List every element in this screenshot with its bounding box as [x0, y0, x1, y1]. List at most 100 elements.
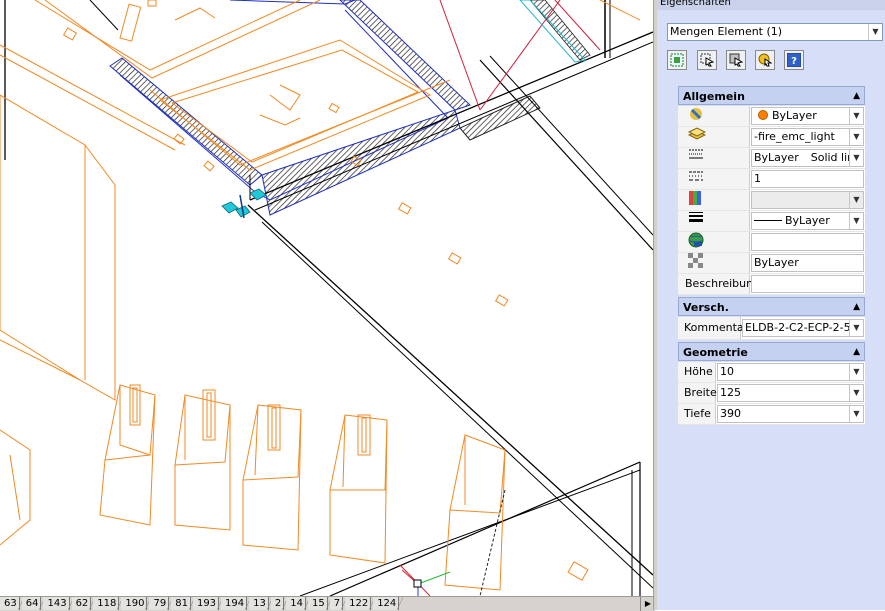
- linetype-scale-field[interactable]: 1: [751, 170, 864, 188]
- layer-value: -fire_emc_light: [754, 130, 835, 143]
- linetype-dropdown[interactable]: ByLayer Solid line ▼: [751, 149, 864, 167]
- layout-tab[interactable]: 14: [286, 597, 310, 610]
- layout-tab[interactable]: 81: [171, 597, 195, 610]
- transparency-icon: [678, 253, 750, 273]
- pick-add-icon: [729, 53, 743, 67]
- kommentar-label: Kommentar: [678, 317, 748, 339]
- hoehe-field[interactable]: 10 ▼: [717, 363, 864, 381]
- layout-tab[interactable]: 143: [43, 597, 74, 610]
- hoehe-value: 10: [720, 365, 734, 378]
- hoehe-label: Höhe: [678, 362, 716, 382]
- transparency-field[interactable]: ByLayer: [751, 254, 864, 272]
- selection-grips: [221, 188, 267, 219]
- section-title: Allgemein: [683, 90, 745, 103]
- collapse-arrow-icon[interactable]: ▲: [853, 343, 860, 362]
- prop-row-tiefe: Tiefe 390 ▼: [678, 404, 865, 425]
- tiefe-label: Tiefe: [678, 404, 716, 424]
- toggle-pickadd-icon: [758, 53, 772, 67]
- layer-dropdown[interactable]: -fire_emc_light ▼: [751, 128, 864, 146]
- section-geometrie[interactable]: Geometrie ▲: [678, 342, 865, 361]
- layout-tab[interactable]: 15: [307, 597, 332, 610]
- layout-tab[interactable]: 7: [329, 597, 348, 610]
- quick-select-icon: [670, 53, 684, 67]
- layout-tab[interactable]: 64: [21, 597, 46, 610]
- color-icon: [678, 106, 750, 126]
- section-title: Geometrie: [683, 346, 748, 359]
- layout-tab[interactable]: 62: [71, 597, 95, 610]
- prop-row-transparency: ByLayer: [678, 253, 865, 274]
- chevron-down-icon: ▼: [849, 192, 863, 208]
- prop-row-kommentar: Kommentar ELDB-2-C2-ECP-2-50 ▼: [678, 317, 865, 340]
- lineweight-dropdown[interactable]: ByLayer ▼: [751, 212, 864, 230]
- chevron-down-icon: ▼: [849, 213, 863, 229]
- chevron-down-icon: ▼: [849, 150, 863, 166]
- hyperlink-globe-icon: [678, 232, 750, 252]
- prop-row-beschreibung: Beschreibung: [678, 274, 865, 295]
- chevron-down-icon: ▼: [849, 406, 863, 422]
- layout-tab[interactable]: 193: [192, 597, 224, 610]
- breite-field[interactable]: 125 ▼: [717, 384, 864, 402]
- layout-tab[interactable]: 122: [345, 597, 376, 610]
- prop-row-color: ByLayer ▼: [678, 106, 865, 127]
- prop-row-lineweight: ByLayer ▼: [678, 211, 865, 232]
- color-dropdown[interactable]: ByLayer ▼: [751, 107, 864, 125]
- help-icon: ?: [787, 53, 801, 67]
- svg-text:?: ?: [791, 56, 797, 67]
- properties-panel: Eigenschaften Mengen Element (1) ▼ ? All…: [657, 0, 885, 610]
- layout-tab[interactable]: 2: [270, 597, 289, 610]
- prop-row-breite: Breite 125 ▼: [678, 383, 865, 404]
- layout-tab[interactable]: 13: [249, 597, 273, 610]
- prop-row-plotstyle: ▼: [678, 190, 865, 211]
- toggle-pickadd-button[interactable]: [755, 50, 775, 70]
- section-title: Versch.: [683, 301, 729, 314]
- selection-value: Mengen Element (1): [670, 25, 783, 38]
- property-grid: Allgemein ▲ ByLayer ▼ -fire_emc_light ▼ By…: [678, 86, 865, 425]
- tiefe-field[interactable]: 390 ▼: [717, 405, 864, 423]
- layout-tab[interactable]: 190: [121, 597, 152, 610]
- collapse-arrow-icon[interactable]: ▲: [853, 298, 860, 317]
- hyperlink-field[interactable]: [751, 233, 864, 251]
- lineweight-sample: [754, 220, 782, 221]
- section-allgemein[interactable]: Allgemein ▲: [678, 86, 865, 105]
- plotstyle-dropdown: ▼: [751, 191, 864, 209]
- layer-icon: [678, 127, 750, 147]
- chevron-down-icon: ▼: [868, 24, 882, 40]
- prop-row-linetype: ByLayer Solid line ▼: [678, 148, 865, 169]
- layout-tab[interactable]: 124: [373, 597, 404, 610]
- kommentar-value: ELDB-2-C2-ECP-2-50: [745, 321, 858, 334]
- linetype-scale-icon: [678, 169, 750, 189]
- select-objects-icon: [700, 53, 714, 67]
- selection-dropdown[interactable]: Mengen Element (1) ▼: [667, 23, 883, 41]
- prop-row-layer: -fire_emc_light ▼: [678, 127, 865, 148]
- plotstyle-icon: [678, 190, 750, 210]
- chevron-down-icon: ▼: [849, 364, 863, 380]
- chevron-down-icon: ▼: [849, 129, 863, 145]
- lineweight-icon: [678, 211, 750, 231]
- pick-add-button[interactable]: [726, 50, 746, 70]
- drawing-canvas[interactable]: [0, 0, 653, 596]
- help-button[interactable]: ?: [784, 50, 804, 70]
- layout-tab[interactable]: 63: [0, 597, 24, 610]
- linetype-icon: [678, 148, 750, 168]
- prop-row-hyperlink: [678, 232, 865, 253]
- orange-boxes: [99, 384, 506, 591]
- layout-tab[interactable]: 118: [93, 597, 124, 610]
- chevron-down-icon: ▼: [849, 108, 863, 124]
- layout-tab[interactable]: 194: [221, 597, 252, 610]
- lineweight-value: ByLayer: [785, 214, 830, 227]
- breite-value: 125: [720, 386, 741, 399]
- breite-label: Breite: [678, 383, 717, 403]
- select-objects-button[interactable]: [697, 50, 717, 70]
- beschreibung-field[interactable]: [751, 275, 864, 293]
- kommentar-dropdown[interactable]: ELDB-2-C2-ECP-2-50 ▼: [742, 319, 864, 337]
- layout-tab[interactable]: 79: [149, 597, 173, 610]
- collapse-arrow-icon[interactable]: ▲: [853, 87, 860, 106]
- beschreibung-label: Beschreibung: [678, 274, 760, 294]
- section-versch[interactable]: Versch. ▲: [678, 297, 865, 316]
- linetype-value: ByLayer: [754, 151, 799, 164]
- color-swatch: [758, 110, 768, 120]
- prop-row-linetype-scale: 1: [678, 169, 865, 190]
- layout-tab-bar: 63 64 143 62 118 190 79 81 193 194 13 2 14 15 7 122 124 …: [0, 596, 655, 611]
- tiefe-value: 390: [720, 407, 741, 420]
- quick-select-button[interactable]: [667, 50, 687, 70]
